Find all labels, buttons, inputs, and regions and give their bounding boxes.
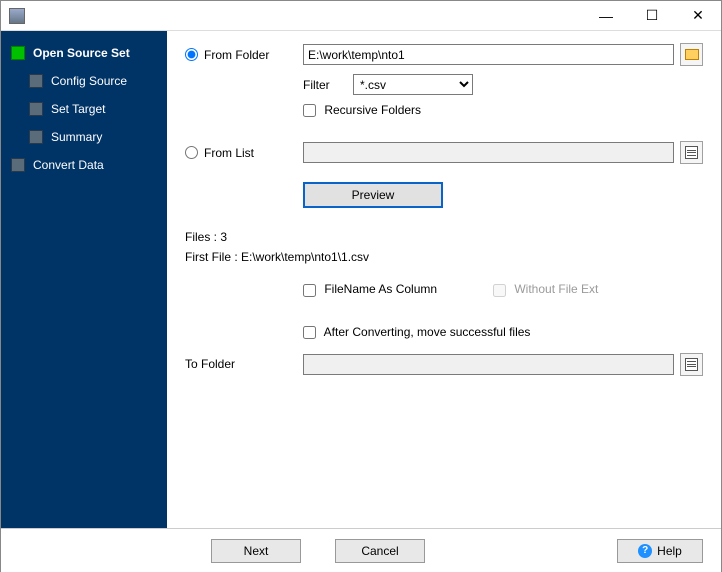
filename-as-column-checkbox[interactable] <box>303 284 316 297</box>
step-icon <box>29 74 43 88</box>
nav-summary[interactable]: Summary <box>1 123 167 151</box>
without-ext-label: Without File Ext <box>493 282 598 296</box>
from-list-input[interactable] <box>303 142 674 163</box>
nav-config-source[interactable]: Config Source <box>1 67 167 95</box>
nav-label: Open Source Set <box>33 46 130 60</box>
minimize-button[interactable]: — <box>583 1 629 31</box>
nav-open-source-set[interactable]: Open Source Set <box>1 39 167 67</box>
nav-set-target[interactable]: Set Target <box>1 95 167 123</box>
cancel-button[interactable]: Cancel <box>335 539 425 563</box>
recursive-folders-label[interactable]: Recursive Folders <box>303 103 421 117</box>
maximize-button[interactable]: ☐ <box>629 1 675 31</box>
step-icon <box>11 158 25 172</box>
from-list-radio-label[interactable]: From List <box>185 146 303 160</box>
help-icon: ? <box>638 544 652 558</box>
browse-list-button[interactable] <box>680 141 703 164</box>
close-button[interactable]: ✕ <box>675 1 721 31</box>
browse-to-folder-button[interactable] <box>680 353 703 376</box>
nav-label: Set Target <box>51 102 105 116</box>
app-icon <box>9 8 25 24</box>
from-folder-radio[interactable] <box>185 48 198 61</box>
help-button[interactable]: ? Help <box>617 539 703 563</box>
titlebar: — ☐ ✕ <box>1 1 721 31</box>
preview-button[interactable]: Preview <box>303 182 443 208</box>
step-icon <box>29 102 43 116</box>
from-folder-radio-label[interactable]: From Folder <box>185 48 303 62</box>
to-folder-text: To Folder <box>185 357 235 371</box>
after-convert-text: After Converting, move successful files <box>324 325 531 339</box>
list-icon <box>685 146 698 159</box>
footer-bar: Next Cancel ? Help <box>1 528 721 572</box>
nav-label: Config Source <box>51 74 127 88</box>
main-panel: From Folder Filter *.csv Recursive Folde… <box>167 31 721 528</box>
without-ext-checkbox <box>493 284 506 297</box>
without-ext-text: Without File Ext <box>514 282 598 296</box>
step-active-icon <box>11 46 25 60</box>
files-count-label: Files : 3 <box>185 230 703 244</box>
next-button[interactable]: Next <box>211 539 301 563</box>
step-icon <box>29 130 43 144</box>
folder-icon <box>685 49 699 60</box>
help-text: Help <box>657 544 682 558</box>
to-folder-input[interactable] <box>303 354 674 375</box>
folder-list-icon <box>685 358 698 371</box>
from-folder-input[interactable] <box>303 44 674 65</box>
browse-folder-button[interactable] <box>680 43 703 66</box>
from-folder-text: From Folder <box>204 48 269 62</box>
after-convert-label[interactable]: After Converting, move successful files <box>303 325 530 339</box>
wizard-sidebar: Open Source Set Config Source Set Target… <box>1 31 167 528</box>
nav-label: Convert Data <box>33 158 104 172</box>
nav-convert-data[interactable]: Convert Data <box>1 151 167 179</box>
recursive-folders-checkbox[interactable] <box>303 104 316 117</box>
filename-as-column-label[interactable]: FileName As Column <box>303 282 493 296</box>
to-folder-label: To Folder <box>185 357 303 371</box>
first-file-label: First File : E:\work\temp\nto1\1.csv <box>185 250 703 264</box>
filter-label: Filter <box>303 78 353 92</box>
filename-as-column-text: FileName As Column <box>324 282 437 296</box>
filter-select[interactable]: *.csv <box>353 74 473 95</box>
from-list-radio[interactable] <box>185 146 198 159</box>
after-convert-checkbox[interactable] <box>303 326 316 339</box>
nav-label: Summary <box>51 130 102 144</box>
from-list-text: From List <box>204 146 254 160</box>
recursive-text: Recursive Folders <box>324 103 421 117</box>
